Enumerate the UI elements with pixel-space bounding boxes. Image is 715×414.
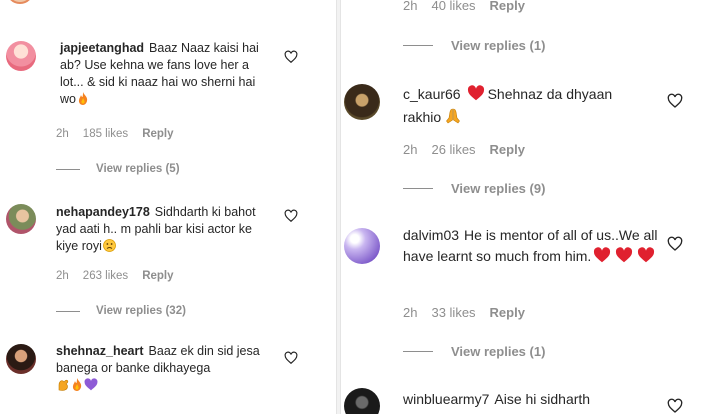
avatar[interactable]	[344, 388, 380, 414]
like-heart-icon[interactable]	[284, 351, 298, 365]
view-replies-button[interactable]: View replies (9)	[403, 181, 545, 196]
red-heart-icon	[615, 247, 633, 269]
flexed-arm-icon	[57, 378, 70, 396]
reply-button[interactable]: Reply	[142, 128, 173, 140]
comment-text: shehnaz_heart Baaz ek din sid jesa banega…	[56, 343, 270, 396]
like-heart-icon[interactable]	[667, 236, 683, 252]
comment-username[interactable]: shehnaz_heart	[56, 344, 144, 358]
fire-icon	[71, 378, 83, 396]
comment-likes[interactable]: 33 likes	[431, 305, 475, 320]
comment-time: 2h	[403, 142, 418, 157]
red-heart-icon	[593, 247, 611, 269]
comment-username[interactable]: c_kaur66	[403, 86, 461, 102]
avatar[interactable]	[6, 344, 36, 374]
comment-likes[interactable]: 263 likes	[83, 270, 128, 282]
comment-meta: 2h 26 likes Reply	[403, 142, 539, 157]
comment-text: nehapandey178 Sidhdarth ki bahot yad aati…	[56, 204, 270, 257]
comment-likes[interactable]: 40 likes	[431, 0, 475, 13]
comment-time: 2h	[56, 128, 69, 140]
comment-time: 2h	[403, 0, 418, 13]
comment-text: japjeetanghad Baaz Naaz kaisi hai ab? Use…	[60, 40, 270, 110]
folded-hands-icon	[445, 108, 461, 130]
red-heart-icon	[467, 85, 485, 107]
view-replies-button[interactable]: View replies (32)	[56, 305, 186, 317]
comment-meta: 2h 263 likes Reply	[56, 270, 188, 282]
comment-username[interactable]: winbluearmy7	[403, 391, 489, 407]
avatar[interactable]	[344, 228, 380, 264]
view-replies-label: View replies (1)	[451, 38, 546, 53]
like-heart-icon[interactable]	[284, 50, 298, 64]
sad-face-icon	[102, 239, 116, 257]
comment-username[interactable]: nehapandey178	[56, 205, 150, 219]
avatar[interactable]	[6, 0, 34, 4]
like-heart-icon[interactable]	[667, 398, 683, 414]
view-replies-button[interactable]: View replies (1)	[403, 38, 545, 53]
red-heart-icon	[637, 247, 655, 269]
fire-icon	[77, 92, 89, 110]
comment-likes[interactable]: 185 likes	[83, 128, 128, 140]
view-replies-button[interactable]: View replies (1)	[403, 344, 545, 359]
divider-line	[56, 168, 80, 170]
view-replies-label: View replies (5)	[96, 163, 180, 175]
reply-button[interactable]: Reply	[490, 142, 525, 157]
avatar[interactable]	[344, 84, 380, 120]
view-replies-label: View replies (9)	[451, 181, 546, 196]
comment-text: dalvim03 He is mentor of all of us..We al…	[403, 225, 658, 269]
comment-username[interactable]: dalvim03	[403, 227, 459, 243]
view-replies-label: View replies (1)	[451, 344, 546, 359]
comment-time: 2h	[56, 270, 69, 282]
reply-button[interactable]: Reply	[142, 270, 173, 282]
right-comments-panel: 2h 40 likes Reply View replies (1) c_kaur6…	[341, 0, 715, 414]
divider-line	[56, 310, 80, 312]
divider-line	[403, 45, 433, 46]
comment-meta: 2h 33 likes Reply	[403, 305, 539, 320]
reply-button[interactable]: Reply	[490, 0, 525, 13]
comment-meta: 2h 185 likes Reply	[56, 128, 188, 140]
avatar[interactable]	[6, 204, 36, 234]
divider-line	[403, 188, 433, 189]
comment-username[interactable]: japjeetanghad	[60, 41, 144, 55]
comment-meta: 2h 40 likes Reply	[403, 0, 539, 13]
purple-heart-icon	[84, 378, 98, 396]
view-replies-button[interactable]: View replies (5)	[56, 163, 180, 175]
comment-text: winbluearmy7 Aise hi sidharth	[403, 389, 658, 410]
comment-time: 2h	[403, 305, 418, 320]
like-heart-icon[interactable]	[284, 209, 298, 223]
left-comments-panel: japjeetanghad Baaz Naaz kaisi hai ab? Use…	[0, 0, 336, 414]
like-heart-icon[interactable]	[667, 93, 683, 109]
comment-body: Aise hi sidharth	[494, 391, 591, 407]
divider-line	[403, 351, 433, 352]
comment-likes[interactable]: 26 likes	[431, 142, 475, 157]
comment-text: c_kaur66 Shehnaz da dhyaan rakhio	[403, 84, 653, 130]
avatar[interactable]	[6, 41, 36, 71]
view-replies-label: View replies (32)	[96, 305, 186, 317]
reply-button[interactable]: Reply	[490, 305, 525, 320]
